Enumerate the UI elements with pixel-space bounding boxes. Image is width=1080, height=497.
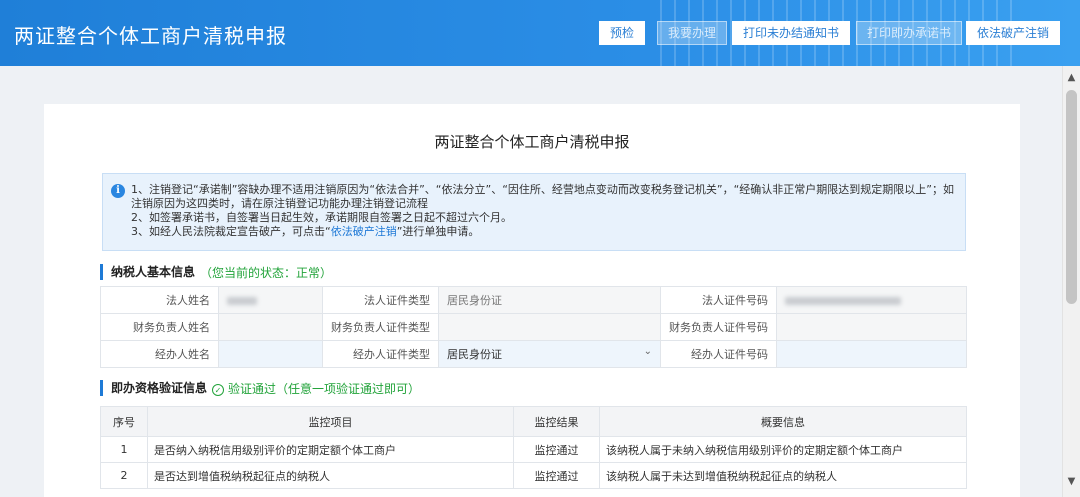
monitor-item: 是否达到增值税纳税起征点的纳税人 (147, 462, 514, 489)
taxpayer-status: （您当前的状态：正常） (200, 266, 333, 280)
bankruptcy-cancel-button[interactable]: 依法破产注销 (966, 21, 1061, 45)
print-commitment-button[interactable]: 打印即办承诺书 (856, 21, 963, 45)
legal-id-type-value: 居民身份证 (438, 286, 661, 314)
panel-title: 两证整合个体工商户清税申报 (434, 133, 630, 151)
info-icon: i (111, 184, 125, 198)
column-header-result: 监控结果 (513, 406, 600, 437)
monitor-item: 是否纳入纳税信用级别评价的定期定额个体工商户 (147, 436, 514, 463)
summary-info: 该纳税人属于未达到增值税纳税起征点的纳税人 (599, 462, 967, 489)
agent-id-number-label: 经办人证件号码 (660, 340, 777, 368)
handle-button[interactable]: 我要办理 (657, 21, 728, 45)
legal-id-number-value (776, 286, 967, 314)
table-header-row: 序号 监控项目 监控结果 概要信息 (100, 406, 967, 437)
table-row: 经办人姓名 经办人证件类型 居民身份证 ⌄ 经办人证件号码 (100, 340, 967, 368)
verification-table: 序号 监控项目 监控结果 概要信息 1 是否纳入纳税信用级别评价的定期定额个体工… (100, 406, 967, 489)
table-row: 法人姓名 法人证件类型 居民身份证 法人证件号码 (100, 286, 967, 314)
finance-id-type-value (438, 313, 661, 341)
summary-info: 该纳税人属于未纳入纳税信用级别评价的定期定额个体工商户 (599, 436, 967, 463)
main-panel: 两证整合个体工商户清税申报 i 1、注销登记“承诺制”容缺办理不适用注销原因为“… (44, 104, 1020, 497)
agent-id-type-label: 经办人证件类型 (322, 340, 439, 368)
taxpayer-info-table: 法人姓名 法人证件类型 居民身份证 法人证件号码 财务负责人姓名 财务负责人证件… (100, 286, 967, 368)
finance-id-number-label: 财务负责人证件号码 (660, 313, 777, 341)
agent-id-type-select[interactable]: 居民身份证 ⌄ (438, 340, 661, 368)
verification-section-title: 即办资格验证信息 (100, 380, 207, 396)
print-unfinished-notice-button[interactable]: 打印未办结通知书 (732, 21, 851, 45)
scroll-thumb[interactable] (1066, 90, 1077, 304)
verification-status: ✓ 验证通过（任意一项验证通过即可） (212, 380, 420, 397)
legal-name-value (218, 286, 323, 314)
scrollbar[interactable]: ▲ ▼ (1062, 66, 1080, 497)
table-row: 1 是否纳入纳税信用级别评价的定期定额个体工商户 监控通过 该纳税人属于未纳入纳… (100, 436, 967, 463)
column-header-summary: 概要信息 (599, 406, 967, 437)
finance-id-type-label: 财务负责人证件类型 (322, 313, 439, 341)
legal-name-label: 法人姓名 (100, 286, 219, 314)
row-number: 1 (100, 436, 148, 463)
notice-line-3: 3、如经人民法院裁定宣告破产，可点击“依法破产注销”进行单独申请。 (131, 225, 480, 238)
notice-box: i 1、注销登记“承诺制”容缺办理不适用注销原因为“依法合并”、“依法分立”、“… (102, 173, 966, 251)
finance-name-label: 财务负责人姓名 (100, 313, 219, 341)
taxpayer-section-title: 纳税人基本信息 (100, 264, 195, 280)
agent-name-label: 经办人姓名 (100, 340, 219, 368)
table-row: 财务负责人姓名 财务负责人证件类型 财务负责人证件号码 (100, 313, 967, 341)
header-bar: 两证整合个体工商户清税申报 预检 我要办理 打印未办结通知书 打印即办承诺书 依… (0, 0, 1080, 66)
monitor-result: 监控通过 (513, 436, 600, 463)
bankruptcy-cancel-link[interactable]: 依法破产注销 (331, 225, 397, 238)
column-header-no: 序号 (100, 406, 148, 437)
legal-id-number-label: 法人证件号码 (660, 286, 777, 314)
chevron-down-icon[interactable]: ⌄ (644, 346, 652, 357)
finance-id-number-value (776, 313, 967, 341)
redacted-value (785, 296, 901, 305)
table-row: 2 是否达到增值税纳税起征点的纳税人 监控通过 该纳税人属于未达到增值税纳税起征… (100, 462, 967, 489)
notice-line-1: 1、注销登记“承诺制”容缺办理不适用注销原因为“依法合并”、“依法分立”、“因住… (131, 183, 954, 210)
check-circle-icon: ✓ (212, 384, 224, 396)
scroll-down-icon[interactable]: ▼ (1063, 474, 1080, 490)
legal-id-type-label: 法人证件类型 (322, 286, 439, 314)
redacted-value (227, 296, 257, 305)
finance-name-value (218, 313, 323, 341)
row-number: 2 (100, 462, 148, 489)
agent-id-number-input[interactable] (776, 340, 967, 368)
scroll-up-icon[interactable]: ▲ (1063, 70, 1080, 86)
column-header-item: 监控项目 (147, 406, 514, 437)
notice-line-2: 2、如签署承诺书，自签署当日起生效，承诺期限自签署之日起不超过六个月。 (131, 211, 512, 224)
agent-name-input[interactable] (218, 340, 323, 368)
precheck-button[interactable]: 预检 (599, 21, 646, 45)
monitor-result: 监控通过 (513, 462, 600, 489)
page-title: 两证整合个体工商户清税申报 (14, 24, 287, 48)
